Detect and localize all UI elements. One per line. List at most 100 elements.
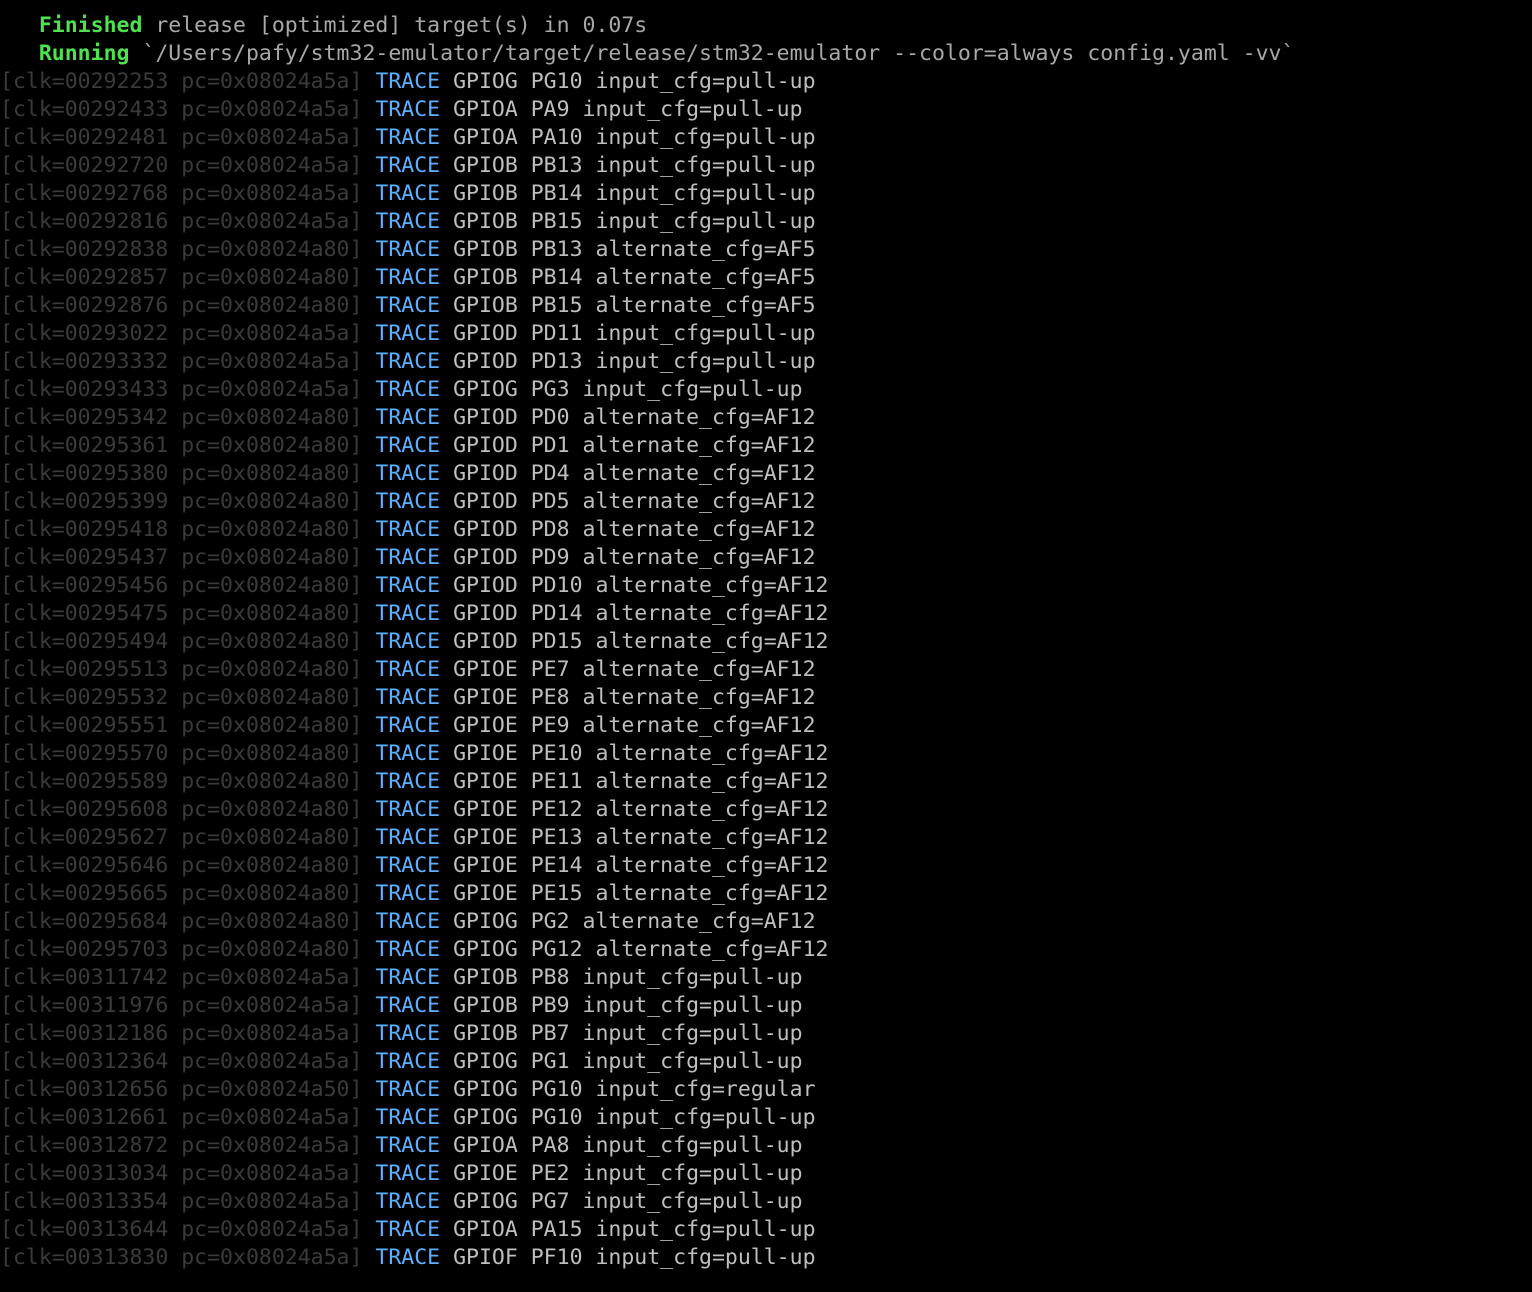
- log-message: GPIOE PE13 alternate_cfg=AF12: [453, 825, 829, 850]
- log-line: [clk=00292720 pc=0x08024a5a] TRACE GPIOB…: [0, 152, 1532, 180]
- log-prefix: [clk=00295570 pc=0x08024a80]: [0, 741, 363, 766]
- log-level-badge: TRACE: [375, 69, 441, 94]
- log-line: [clk=00292253 pc=0x08024a5a] TRACE GPIOG…: [0, 68, 1532, 96]
- log-message: GPIOA PA8 input_cfg=pull-up: [453, 1133, 803, 1158]
- log-prefix: [clk=00293433 pc=0x08024a5a]: [0, 377, 363, 402]
- log-line: [clk=00292876 pc=0x08024a80] TRACE GPIOB…: [0, 292, 1532, 320]
- log-line: [clk=00292481 pc=0x08024a5a] TRACE GPIOA…: [0, 124, 1532, 152]
- log-level-badge: TRACE: [375, 881, 441, 906]
- log-level-badge: TRACE: [375, 181, 441, 206]
- log-prefix: [clk=00292838 pc=0x08024a80]: [0, 237, 363, 262]
- log-level-badge: TRACE: [375, 377, 441, 402]
- log-level-badge: TRACE: [375, 461, 441, 486]
- log-prefix: [clk=00312656 pc=0x08024a50]: [0, 1077, 363, 1102]
- log-level-badge: TRACE: [375, 937, 441, 962]
- log-prefix: [clk=00295646 pc=0x08024a80]: [0, 853, 363, 878]
- log-level-badge: TRACE: [375, 97, 441, 122]
- log-message: GPIOB PB13 alternate_cfg=AF5: [453, 237, 816, 262]
- log-line: [clk=00312661 pc=0x08024a5a] TRACE GPIOG…: [0, 1104, 1532, 1132]
- log-prefix: [clk=00292253 pc=0x08024a5a]: [0, 69, 363, 94]
- log-level-badge: TRACE: [375, 209, 441, 234]
- log-level-badge: TRACE: [375, 349, 441, 374]
- log-prefix: [clk=00295589 pc=0x08024a80]: [0, 769, 363, 794]
- log-level-badge: TRACE: [375, 405, 441, 430]
- log-message: GPIOB PB14 input_cfg=pull-up: [453, 181, 816, 206]
- log-level-badge: TRACE: [375, 489, 441, 514]
- log-message: GPIOE PE10 alternate_cfg=AF12: [453, 741, 829, 766]
- log-message: GPIOB PB7 input_cfg=pull-up: [453, 1021, 803, 1046]
- log-level-badge: TRACE: [375, 265, 441, 290]
- log-message: GPIOD PD9 alternate_cfg=AF12: [453, 545, 816, 570]
- log-prefix: [clk=00292720 pc=0x08024a5a]: [0, 153, 363, 178]
- log-line: [clk=00295684 pc=0x08024a80] TRACE GPIOG…: [0, 908, 1532, 936]
- log-message: GPIOB PB9 input_cfg=pull-up: [453, 993, 803, 1018]
- cargo-output-block: Finished release [optimized] target(s) i…: [0, 12, 1532, 68]
- log-prefix: [clk=00311742 pc=0x08024a5a]: [0, 965, 363, 990]
- log-message: GPIOD PD4 alternate_cfg=AF12: [453, 461, 816, 486]
- log-line: [clk=00292768 pc=0x08024a5a] TRACE GPIOB…: [0, 180, 1532, 208]
- log-prefix: [clk=00312364 pc=0x08024a5a]: [0, 1049, 363, 1074]
- log-message: GPIOD PD11 input_cfg=pull-up: [453, 321, 816, 346]
- log-message: GPIOE PE12 alternate_cfg=AF12: [453, 797, 829, 822]
- log-prefix: [clk=00295342 pc=0x08024a80]: [0, 405, 363, 430]
- log-level-badge: TRACE: [375, 1133, 441, 1158]
- log-line: [clk=00311742 pc=0x08024a5a] TRACE GPIOB…: [0, 964, 1532, 992]
- log-level-badge: TRACE: [375, 853, 441, 878]
- log-prefix: [clk=00292768 pc=0x08024a5a]: [0, 181, 363, 206]
- log-level-badge: TRACE: [375, 629, 441, 654]
- log-prefix: [clk=00292816 pc=0x08024a5a]: [0, 209, 363, 234]
- log-message: GPIOD PD5 alternate_cfg=AF12: [453, 489, 816, 514]
- log-line: [clk=00295380 pc=0x08024a80] TRACE GPIOD…: [0, 460, 1532, 488]
- log-prefix: [clk=00295532 pc=0x08024a80]: [0, 685, 363, 710]
- log-prefix: [clk=00295608 pc=0x08024a80]: [0, 797, 363, 822]
- log-prefix: [clk=00312872 pc=0x08024a5a]: [0, 1133, 363, 1158]
- log-message: GPIOG PG10 input_cfg=pull-up: [453, 1105, 816, 1130]
- log-prefix: [clk=00313644 pc=0x08024a5a]: [0, 1217, 363, 1242]
- cargo-status-line: Running `/Users/pafy/stm32-emulator/targ…: [0, 40, 1532, 68]
- log-line: [clk=00295418 pc=0x08024a80] TRACE GPIOD…: [0, 516, 1532, 544]
- log-message: GPIOD PD8 alternate_cfg=AF12: [453, 517, 816, 542]
- log-output-block: [clk=00292253 pc=0x08024a5a] TRACE GPIOG…: [0, 68, 1532, 1272]
- log-message: GPIOD PD13 input_cfg=pull-up: [453, 349, 816, 374]
- log-message: GPIOF PF10 input_cfg=pull-up: [453, 1245, 816, 1270]
- log-level-badge: TRACE: [375, 797, 441, 822]
- log-line: [clk=00313034 pc=0x08024a5a] TRACE GPIOE…: [0, 1160, 1532, 1188]
- log-message: GPIOG PG10 input_cfg=regular: [453, 1077, 816, 1102]
- log-line: [clk=00313644 pc=0x08024a5a] TRACE GPIOA…: [0, 1216, 1532, 1244]
- log-message: GPIOE PE15 alternate_cfg=AF12: [453, 881, 829, 906]
- shell-prompt-line[interactable]: [main] saturn » cargo run --release -- -…: [0, 0, 1532, 12]
- log-line: [clk=00295589 pc=0x08024a80] TRACE GPIOE…: [0, 768, 1532, 796]
- log-level-badge: TRACE: [375, 965, 441, 990]
- log-message: GPIOE PE8 alternate_cfg=AF12: [453, 685, 816, 710]
- log-line: [clk=00293433 pc=0x08024a5a] TRACE GPIOG…: [0, 376, 1532, 404]
- log-line: [clk=00292857 pc=0x08024a80] TRACE GPIOB…: [0, 264, 1532, 292]
- log-level-badge: TRACE: [375, 1189, 441, 1214]
- log-level-badge: TRACE: [375, 601, 441, 626]
- log-message: GPIOB PB15 input_cfg=pull-up: [453, 209, 816, 234]
- log-level-badge: TRACE: [375, 685, 441, 710]
- log-prefix: [clk=00312661 pc=0x08024a5a]: [0, 1105, 363, 1130]
- log-level-badge: TRACE: [375, 1245, 441, 1270]
- cargo-status-line: Finished release [optimized] target(s) i…: [0, 12, 1532, 40]
- log-prefix: [clk=00295513 pc=0x08024a80]: [0, 657, 363, 682]
- log-level-badge: TRACE: [375, 293, 441, 318]
- log-level-badge: TRACE: [375, 321, 441, 346]
- log-message: GPIOG PG7 input_cfg=pull-up: [453, 1189, 803, 1214]
- log-level-badge: TRACE: [375, 713, 441, 738]
- cargo-status-label: Finished: [38, 13, 143, 38]
- log-prefix: [clk=00311976 pc=0x08024a5a]: [0, 993, 363, 1018]
- log-prefix: [clk=00295665 pc=0x08024a80]: [0, 881, 363, 906]
- log-line: [clk=00292816 pc=0x08024a5a] TRACE GPIOB…: [0, 208, 1532, 236]
- log-line: [clk=00313830 pc=0x08024a5a] TRACE GPIOF…: [0, 1244, 1532, 1272]
- log-line: [clk=00295703 pc=0x08024a80] TRACE GPIOG…: [0, 936, 1532, 964]
- log-message: GPIOG PG10 input_cfg=pull-up: [453, 69, 816, 94]
- log-level-badge: TRACE: [375, 769, 441, 794]
- log-prefix: [clk=00292876 pc=0x08024a80]: [0, 293, 363, 318]
- log-prefix: [clk=00295684 pc=0x08024a80]: [0, 909, 363, 934]
- terminal-window[interactable]: [clk=00292232 pc=0x08024a5a] TRACE GPIOG…: [0, 0, 1532, 1292]
- log-message: GPIOB PB8 input_cfg=pull-up: [453, 965, 803, 990]
- log-message: GPIOA PA9 input_cfg=pull-up: [453, 97, 803, 122]
- log-prefix: [clk=00295703 pc=0x08024a80]: [0, 937, 363, 962]
- log-line: [clk=00295608 pc=0x08024a80] TRACE GPIOE…: [0, 796, 1532, 824]
- cargo-status-label: Running: [38, 41, 130, 66]
